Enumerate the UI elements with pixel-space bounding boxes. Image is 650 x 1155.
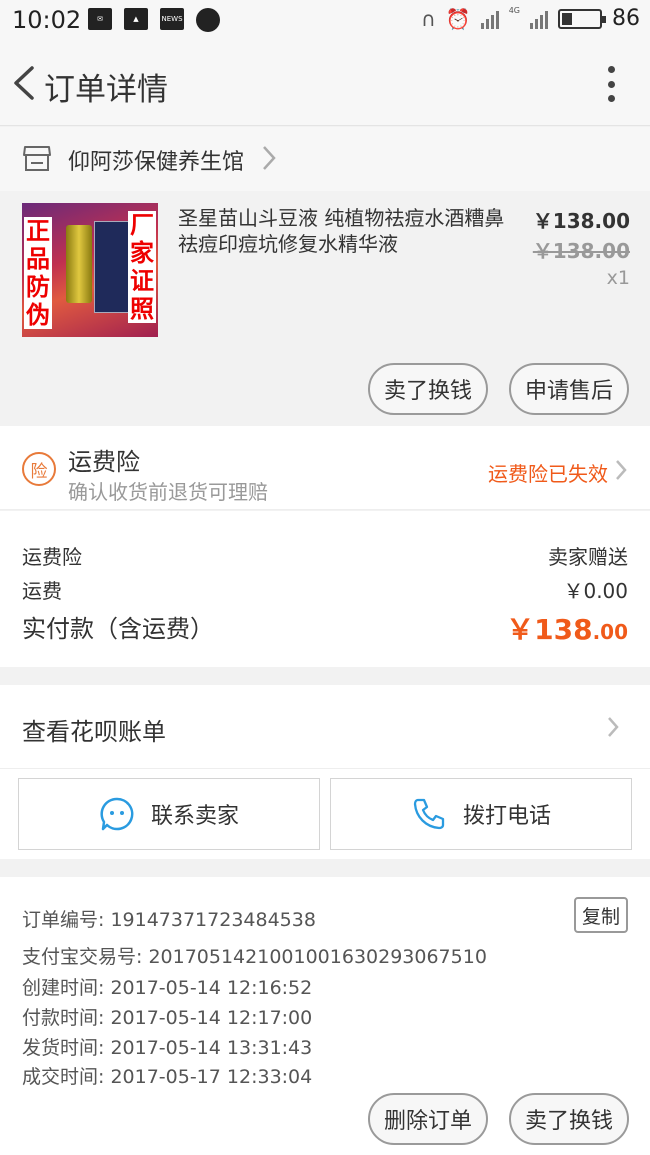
insurance-title: 运费险 — [68, 448, 140, 476]
product-bottle — [66, 225, 92, 303]
insurance-subtitle: 确认收货前退货可理赔 — [68, 480, 268, 504]
after-sale-button[interactable]: 申请售后 — [509, 363, 629, 415]
chevron-right-icon — [263, 146, 276, 170]
shipped-time: 发货时间: 2017-05-14 13:31:43 — [22, 1037, 313, 1059]
fee-value-shipping: ￥0.00 — [563, 579, 628, 603]
contact-seller-label: 联系卖家 — [150, 804, 239, 829]
call-button[interactable]: 拨打电话 — [330, 778, 632, 850]
app-bar: 订单详情 — [0, 40, 650, 126]
product-price: ￥138.00 — [532, 209, 630, 233]
system-status: ∩ ⏰ 4G 86 — [421, 6, 640, 31]
total-label: 实付款（含运费） — [22, 615, 214, 643]
store-icon — [23, 146, 51, 171]
bottom-action-bar: 删除订单 卖了换钱 — [0, 1087, 650, 1155]
completed-time: 成交时间: 2017-05-17 12:33:04 — [22, 1066, 313, 1088]
notification-icons: ✉ ▲ NEWS — [88, 8, 220, 32]
product-title[interactable]: 圣星苗山斗豆液 纯植物祛痘水酒糟鼻祛痘印痘坑修复水精华液 — [178, 205, 508, 257]
paid-time: 付款时间: 2017-05-14 12:17:00 — [22, 1007, 313, 1029]
product-original-price: ￥138.00 — [532, 239, 630, 263]
shop-row[interactable]: 仰阿莎保健养生馆 — [0, 127, 650, 191]
battery-level: 86 — [612, 6, 640, 31]
chat-bubble-icon — [100, 797, 134, 831]
signal-4g-icon — [530, 9, 548, 29]
created-time: 创建时间: 2017-05-14 12:16:52 — [22, 977, 313, 999]
huabei-label: 查看花呗账单 — [22, 718, 166, 746]
image-tag-authentic: 正品防伪 — [24, 217, 52, 329]
order-info: 订单编号: 19147371723484538 复制 支付宝交易号: 20170… — [0, 877, 650, 1088]
back-arrow-icon[interactable] — [10, 64, 44, 102]
contact-seller-button[interactable]: 联系卖家 — [18, 778, 320, 850]
app-notification-icon — [196, 8, 220, 32]
copy-button[interactable]: 复制 — [574, 897, 628, 933]
network-type: 4G — [508, 6, 520, 15]
phone-icon — [413, 798, 445, 830]
battery-icon — [558, 8, 606, 29]
insurance-icon: 险 — [22, 452, 56, 486]
headphones-icon: ∩ — [421, 6, 436, 31]
message-notification-icon: ▲ — [124, 8, 148, 30]
fee-label-shipping: 运费 — [22, 579, 62, 603]
sell-button[interactable]: 卖了换钱 — [368, 363, 488, 415]
chevron-right-icon — [608, 717, 619, 737]
image-tag-license: 厂家证照 — [128, 211, 156, 323]
fee-value-insurance: 卖家赠送 — [548, 545, 628, 569]
page-title: 订单详情 — [44, 72, 168, 108]
news-notification-icon: NEWS — [160, 8, 184, 30]
status-time: 10:02 — [12, 6, 82, 34]
contact-bar: 联系卖家 拨打电话 — [0, 769, 650, 859]
total-amount-cents: .00 — [592, 620, 628, 644]
shipping-insurance-row[interactable]: 险 运费险 确认收货前退货可理赔 运费险已失效 — [0, 426, 650, 510]
insurance-status[interactable]: 运费险已失效 — [488, 458, 608, 487]
signal-icon — [480, 9, 499, 29]
delete-order-button[interactable]: 删除订单 — [368, 1093, 488, 1145]
shop-name[interactable]: 仰阿莎保健养生馆 — [68, 144, 244, 176]
fee-summary: 运费险 卖家赠送 运费 ￥0.00 实付款（含运费） ￥138.00 — [0, 511, 650, 667]
product-quantity: x1 — [606, 267, 630, 289]
huabei-bill-row[interactable]: 查看花呗账单 — [0, 685, 650, 769]
order-number: 订单编号: 19147371723484538 — [22, 909, 316, 931]
product-card[interactable]: 正品防伪 厂家证照 圣星苗山斗豆液 纯植物祛痘水酒糟鼻祛痘印痘坑修复水精华液 ￥… — [0, 191, 650, 425]
more-options-icon[interactable] — [608, 66, 616, 102]
total-amount: ￥138.00 — [506, 608, 628, 648]
mail-notification-icon: ✉ — [88, 8, 112, 30]
fee-label-insurance: 运费险 — [22, 545, 82, 569]
alarm-icon: ⏰ — [445, 6, 471, 31]
alipay-trade-number: 支付宝交易号: 2017051421001001630293067510 — [22, 946, 487, 968]
chevron-right-icon — [616, 460, 627, 480]
total-amount-main: ￥138 — [506, 613, 593, 646]
status-bar: 10:02 ✉ ▲ NEWS ∩ ⏰ 4G 86 — [0, 0, 650, 40]
product-image[interactable]: 正品防伪 厂家证照 — [22, 203, 158, 337]
call-label: 拨打电话 — [462, 804, 551, 829]
product-box — [94, 221, 130, 313]
sell-again-button[interactable]: 卖了换钱 — [509, 1093, 629, 1145]
